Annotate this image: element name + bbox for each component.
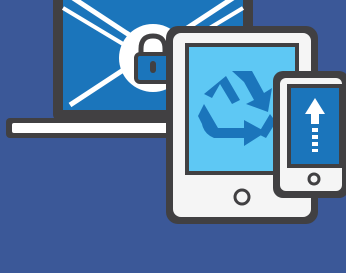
device-security-illustration bbox=[0, 0, 346, 273]
illustration-canvas bbox=[0, 0, 346, 273]
smartphone-icon bbox=[273, 71, 346, 198]
